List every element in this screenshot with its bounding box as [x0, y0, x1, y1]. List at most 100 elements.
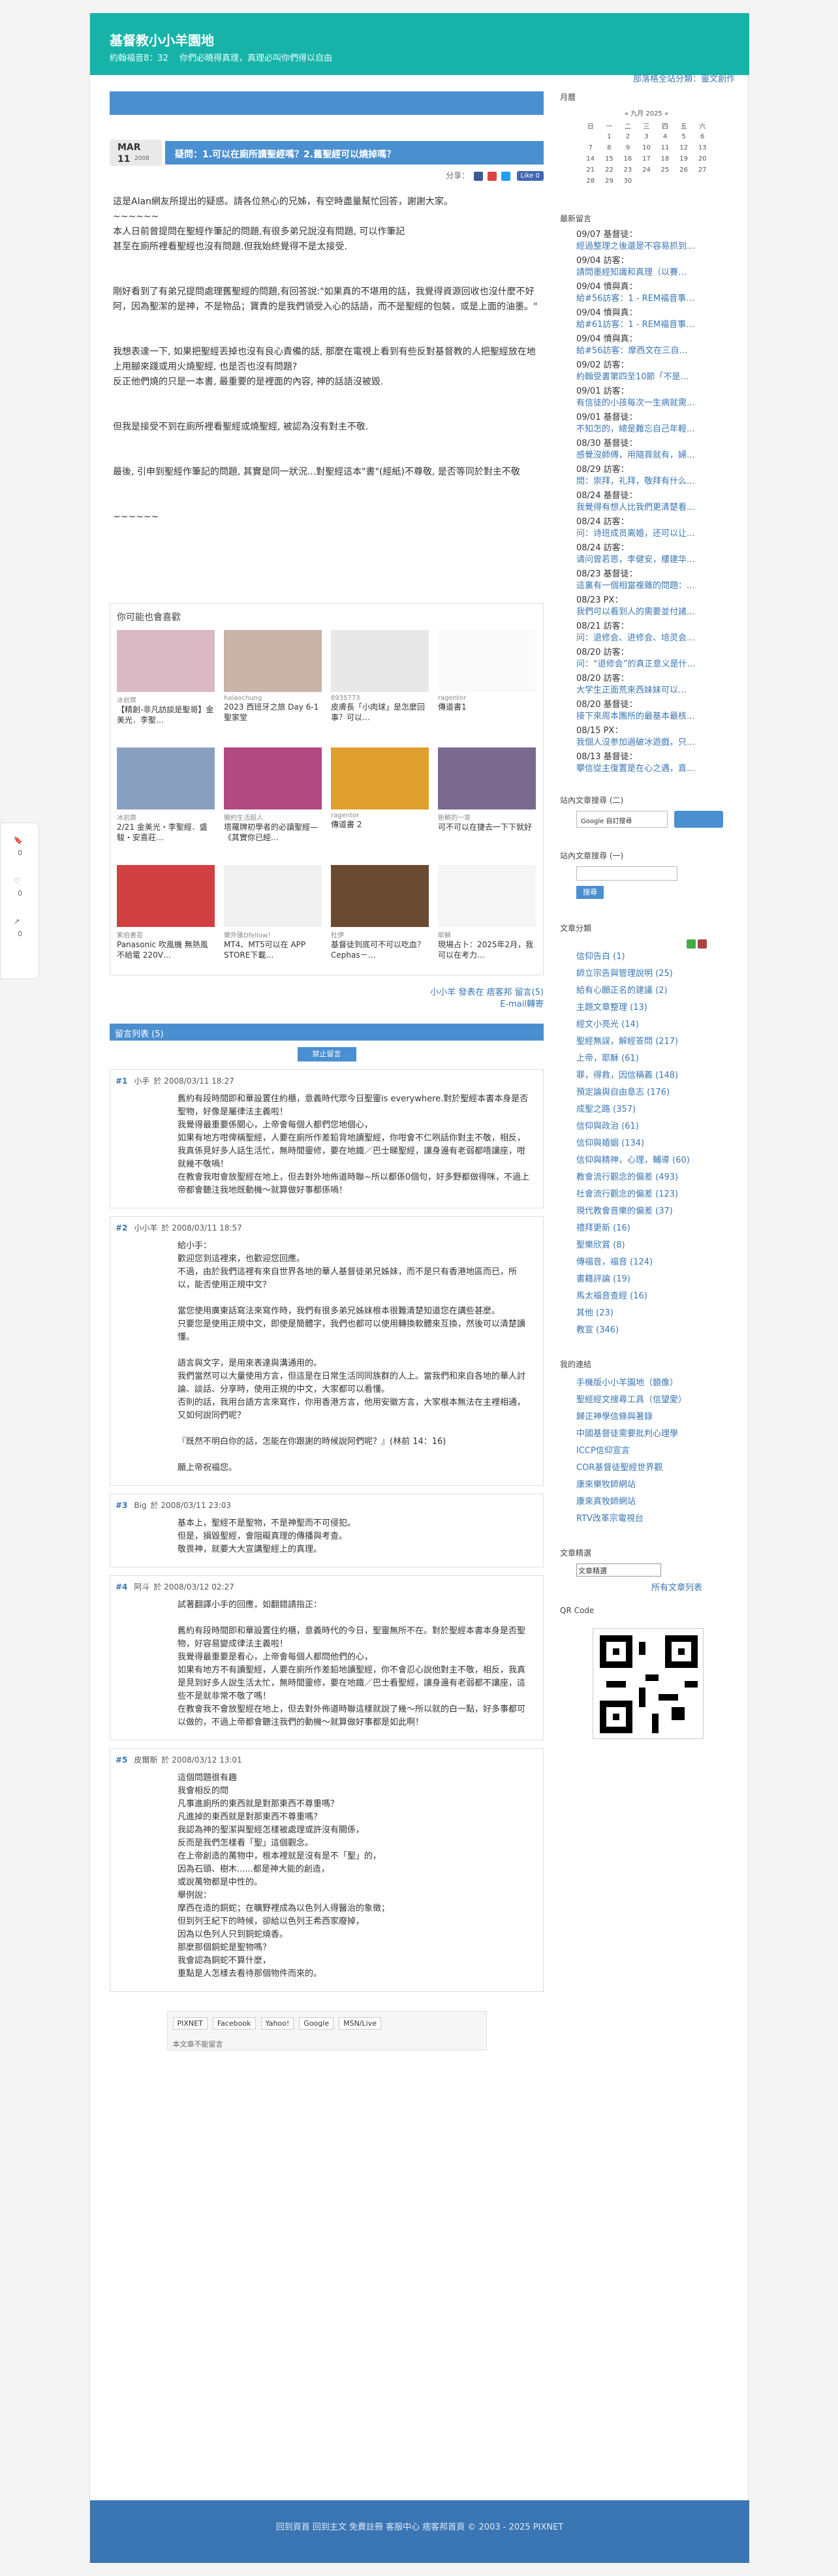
calendar-day[interactable]: 16 — [619, 153, 638, 165]
recent-comment[interactable]: 09/04 憤與真： 給#61訪客：1 - REM福音事… — [560, 307, 733, 331]
related-thumbnail[interactable] — [224, 865, 322, 927]
calendar-day[interactable]: 28 — [582, 176, 600, 187]
related-thumbnail[interactable] — [117, 865, 215, 927]
link-item[interactable]: 手機版小小羊園地（鏡像） — [560, 1375, 733, 1392]
link-item[interactable]: COR基督徒聖經世界觀 — [560, 1460, 733, 1477]
related-card[interactable]: 杜伊 基督徒到底可不可以吃血？ Cephas－… — [331, 865, 429, 969]
related-thumbnail[interactable] — [224, 747, 322, 809]
recent-comment[interactable]: 08/13 基督徒： 攀信從主復置是在心之遇，直… — [560, 751, 733, 775]
recent-comment[interactable]: 08/29 訪客： 問：崇拜，礼拜，敬拜有什么… — [560, 464, 733, 488]
calendar-day[interactable]: 17 — [637, 153, 656, 165]
recent-comment-text[interactable]: 給#56訪客：1 - REM福音事… — [576, 293, 733, 305]
recent-comment-text[interactable]: 攀信從主復置是在心之遇，直… — [576, 763, 733, 775]
calendar-day[interactable]: 14 — [582, 153, 600, 165]
calendar-day[interactable]: 1 — [600, 131, 619, 142]
recent-comment[interactable]: 09/07 基督徒： 經過整理之後還是不容易抓到… — [560, 229, 733, 253]
fb-like-button[interactable]: Like 0 — [516, 171, 544, 181]
share-facebook-icon[interactable] — [474, 171, 484, 181]
link-item[interactable]: 康來樂牧師網站 — [560, 1477, 733, 1494]
calendar-day[interactable]: 26 — [674, 165, 693, 176]
search-input[interactable] — [576, 866, 677, 881]
search-button[interactable]: 搜尋 — [576, 886, 604, 899]
calendar-day[interactable]: 29 — [600, 176, 619, 187]
related-title-text[interactable]: 可不可以在捷去一下下就好 — [438, 822, 536, 843]
google-search-button[interactable] — [674, 811, 723, 828]
recent-comment-text[interactable]: 這裏有一個相當複雜的問題：… — [576, 580, 733, 592]
calendar-day[interactable]: 12 — [674, 142, 693, 153]
category-item[interactable]: 聖樂欣賞 (8) — [560, 1237, 733, 1254]
related-title-text[interactable]: 【精創-非凡訪談是聖哥】金美光．李聖… — [117, 704, 215, 725]
collapse-icon[interactable] — [698, 939, 707, 949]
prev-month-icon[interactable]: « — [625, 110, 628, 118]
recent-comment[interactable]: 09/02 訪客： 約翰受書第四至10節「不是… — [560, 360, 733, 383]
recent-comment[interactable]: 08/24 基督徒： 我覺得有想人比我們更清楚看… — [560, 490, 733, 514]
related-card[interactable]: 耶穌 現場占卜：2025年2月，我可以在考力… — [438, 865, 536, 969]
calendar-day[interactable]: 25 — [656, 165, 675, 176]
share-icon[interactable]: ↗ — [14, 917, 39, 926]
calendar-day[interactable]: 11 — [656, 142, 675, 153]
calendar-day[interactable]: 27 — [693, 165, 712, 176]
calendar-day[interactable]: 4 — [656, 131, 675, 142]
recent-comment-text[interactable]: 不知怎的，總是難忘自己年輕… — [576, 424, 733, 435]
related-title-text[interactable]: 基督徒到底可不可以吃血？ Cephas－… — [331, 939, 429, 960]
related-card[interactable]: ragentor 傳道書 2 — [331, 747, 429, 852]
category-item[interactable]: 現代教會音樂的偏差 (37) — [560, 1203, 733, 1220]
link-item[interactable]: 聖經經文搜尋工具（信望愛） — [560, 1392, 733, 1409]
recent-comment-text[interactable]: 问：诗班成员离婚，还可以让… — [576, 528, 733, 540]
recent-comment-text[interactable]: 请问曾若恩，李健安，樓建华… — [576, 554, 733, 566]
category-item[interactable]: 聖經無誤，解經答問 (217) — [560, 1033, 733, 1050]
related-thumbnail[interactable] — [117, 630, 215, 692]
calendar-day[interactable]: 23 — [619, 165, 638, 176]
recent-comment-text[interactable]: 經過整理之後還是不容易抓到… — [576, 241, 733, 253]
calendar-day[interactable]: 9 — [619, 142, 638, 153]
recent-comment[interactable]: 08/21 訪客： 问：退修会、进修会、培灵会… — [560, 621, 733, 644]
calendar-day[interactable]: 15 — [600, 153, 619, 165]
calendar-day[interactable]: 5 — [674, 131, 693, 142]
category-item[interactable]: 信仰與婚姻 (134) — [560, 1135, 733, 1152]
recent-comment-text[interactable]: 接下來周本團所的最基本最核… — [576, 711, 733, 723]
share-yahoo-button[interactable]: Yahoo! — [260, 2017, 294, 2030]
related-thumbnail[interactable] — [224, 630, 322, 692]
link-item[interactable]: ICCP信仰宣言 — [560, 1443, 733, 1460]
bookmark-icon[interactable]: 🔖 — [14, 836, 39, 845]
recent-comment-text[interactable]: 問：崇拜，礼拜，敬拜有什么… — [576, 476, 733, 488]
category-item[interactable]: 傳福音，福音 (124) — [560, 1254, 733, 1271]
calendar-day[interactable]: 13 — [693, 142, 712, 153]
related-card[interactable]: 冰岩齊 2/21 金美光・李聖經．盛駿・安喜莊… — [117, 747, 215, 852]
share-google-button[interactable]: Google — [299, 2017, 334, 2030]
category-item[interactable]: 成聖之路 (357) — [560, 1101, 733, 1118]
heart-icon[interactable]: ♡ — [14, 877, 39, 885]
calendar-day[interactable]: 10 — [637, 142, 656, 153]
link-item[interactable]: 歸正神學信條與著錄 — [560, 1409, 733, 1426]
related-title-text[interactable]: MT4、MT5可以在 APP STORE下載… — [224, 939, 322, 960]
recent-comment[interactable]: 08/20 訪客： 大学生正面荒來西妹妹可以… — [560, 673, 733, 697]
recent-comment[interactable]: 09/01 基督徒： 不知怎的，總是難忘自己年輕… — [560, 412, 733, 435]
recent-comment[interactable]: 08/24 訪客： 请问曾若恩，李健安，樓建华… — [560, 542, 733, 566]
related-card[interactable]: 8935773 皮膚長「小肉球」是怎麼回事？可以… — [331, 630, 429, 734]
calendar-day[interactable]: 6 — [693, 131, 712, 142]
recent-comment[interactable]: 09/04 憤與真： 給#56訪客：1 - REM福音事… — [560, 281, 733, 305]
no-comment-button[interactable]: 禁止留言 — [297, 1047, 356, 1061]
calendar-day[interactable]: 2 — [619, 131, 638, 142]
category-item[interactable]: 上帝，耶穌 (61) — [560, 1050, 733, 1067]
related-title-text[interactable]: 傳道書1 — [438, 702, 536, 723]
category-item[interactable]: 其他 (23) — [560, 1305, 733, 1322]
recent-comment[interactable]: 09/01 訪客： 有信徒的小孩每次一生病就需… — [560, 386, 733, 409]
recent-comment-text[interactable]: 有信徒的小孩每次一生病就需… — [576, 398, 733, 409]
related-card[interactable]: 簡約生活超人 塔羅牌初學者的必讀聖經—《其實你已經… — [224, 747, 322, 852]
recent-comment-text[interactable]: 給#61訪客：1 - REM福音事… — [576, 319, 733, 331]
recent-comment[interactable]: 08/15 PX： 我個人沒参加過破冰遊戲，只… — [560, 725, 733, 749]
calendar-day[interactable]: 30 — [619, 176, 638, 187]
category-item[interactable]: 教會流行觀念的偏差 (493) — [560, 1169, 733, 1186]
category-item[interactable]: 禮拜更新 (16) — [560, 1220, 733, 1237]
calendar-day[interactable]: 3 — [637, 131, 656, 142]
related-card[interactable]: 樂外匯Dfellow！ MT4、MT5可以在 APP STORE下載… — [224, 865, 322, 969]
recent-comment-text[interactable]: 问：退修会、进修会、培灵会… — [576, 633, 733, 644]
share-pixnet-button[interactable]: PIXNET — [172, 2017, 208, 2030]
calendar-day[interactable]: 8 — [600, 142, 619, 153]
related-title-text[interactable]: 2/21 金美光・李聖經．盛駿・安喜莊… — [117, 822, 215, 843]
calendar-day[interactable]: 22 — [600, 165, 619, 176]
archive-select[interactable]: 文章精選 — [576, 1563, 661, 1577]
calendar-day[interactable]: 19 — [674, 153, 693, 165]
link-item[interactable]: 康來真牧師網站 — [560, 1494, 733, 1511]
